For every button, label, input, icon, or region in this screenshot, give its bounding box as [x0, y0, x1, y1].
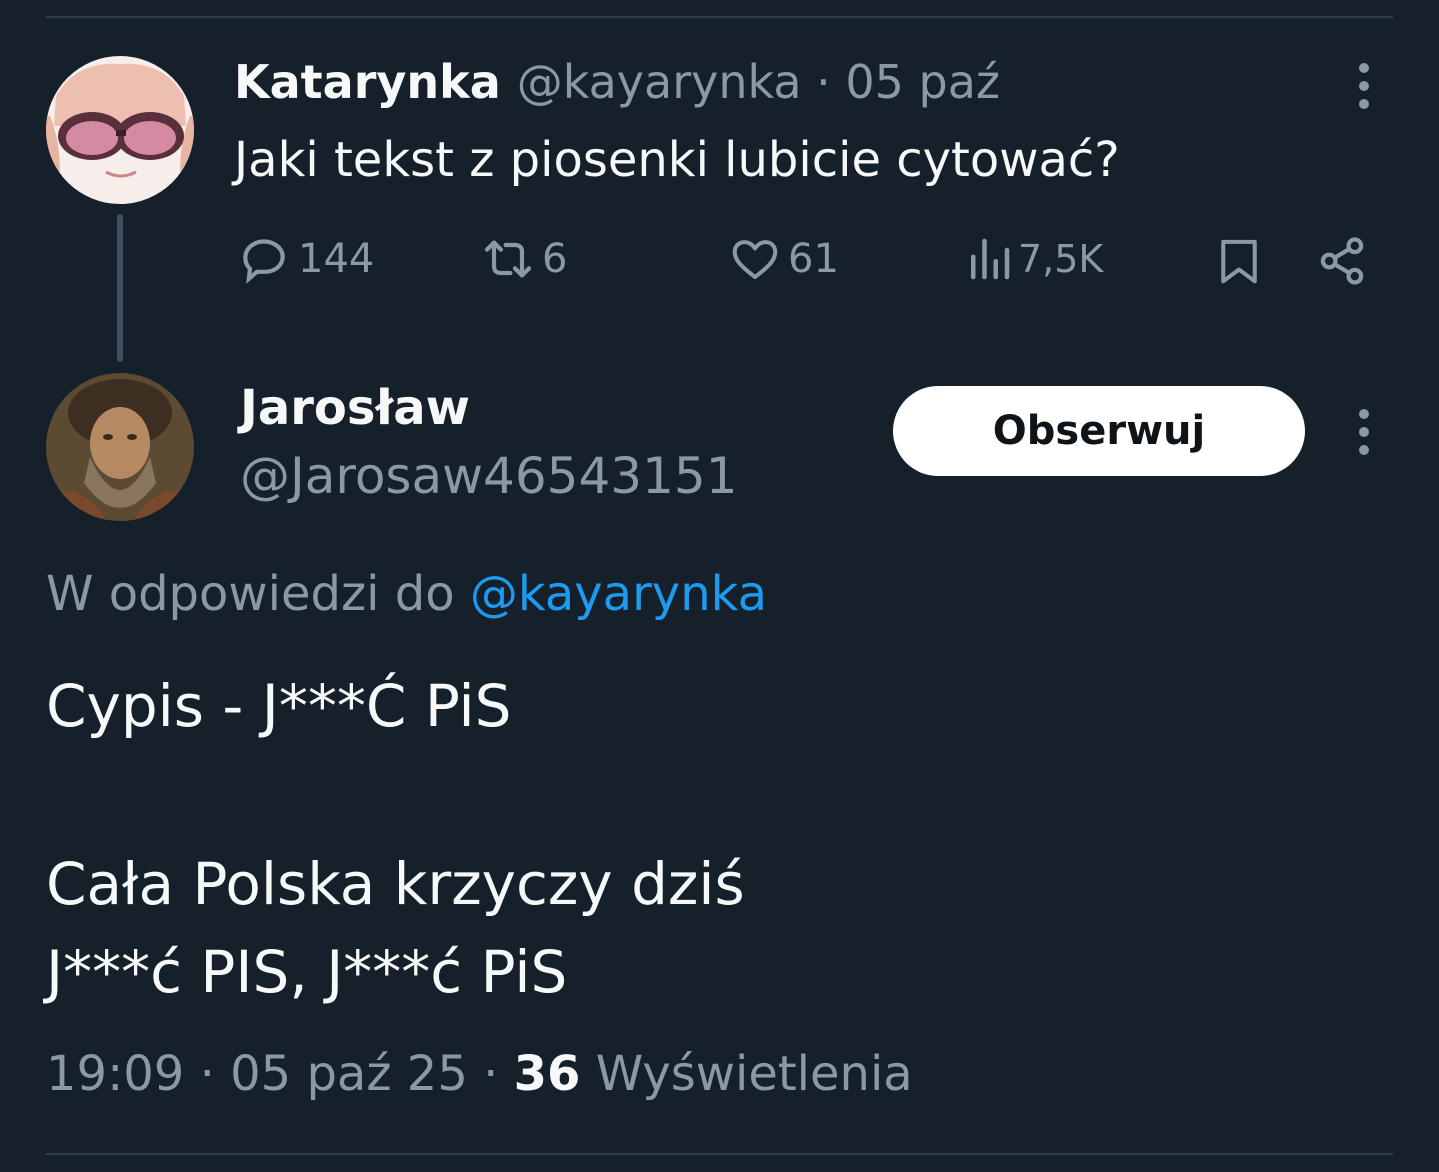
- more-icon[interactable]: [1344, 402, 1384, 462]
- reply-to-prefix: W odpowiedzi do: [46, 566, 455, 622]
- retweet-count: 6: [542, 236, 568, 282]
- tweet-body-line: Cała Polska krzyczy dziś: [46, 850, 745, 918]
- tweet-timestamp[interactable]: 19:09 · 05 paź 25 ·: [46, 1046, 498, 1102]
- tweet-footer: 19:09 · 05 paź 25 · 36 Wyświetlenia: [46, 1040, 913, 1108]
- tweet-body-line: Cypis - J***Ć PiS: [46, 672, 512, 740]
- avatar-jaroslaw[interactable]: [46, 373, 194, 521]
- parent-tweet-header: Katarynka @kayarynka · 05 paź: [234, 52, 1000, 112]
- views-count: 36: [513, 1046, 581, 1102]
- retweet-button[interactable]: 6: [480, 230, 567, 288]
- bottom-divider: [46, 1153, 1393, 1155]
- reply-author-handle[interactable]: @Jarosaw46543151: [240, 444, 738, 508]
- more-icon[interactable]: [1344, 56, 1384, 116]
- parent-author-name[interactable]: Katarynka: [234, 52, 501, 112]
- retweet-icon: [480, 231, 536, 287]
- like-icon: [728, 232, 782, 286]
- top-divider: [46, 16, 1393, 18]
- like-count: 61: [788, 236, 839, 282]
- views-icon: [966, 232, 1012, 286]
- views-button[interactable]: 7,5K: [966, 230, 1103, 288]
- reply-to-mention[interactable]: @kayarynka: [470, 566, 767, 622]
- views-label: Wyświetlenia: [595, 1046, 913, 1102]
- reply-author-name[interactable]: Jarosław: [240, 376, 470, 440]
- parent-tweet-text[interactable]: Jaki tekst z piosenki lubicie cytować?: [234, 128, 1120, 192]
- share-icon: [1314, 233, 1370, 289]
- avatar-katarynka[interactable]: [46, 56, 194, 204]
- reply-context: W odpowiedzi do @kayarynka: [46, 562, 767, 626]
- like-button[interactable]: 61: [728, 230, 839, 288]
- follow-button[interactable]: Obserwuj: [893, 386, 1305, 476]
- reply-button[interactable]: 144: [236, 230, 374, 288]
- bookmark-button[interactable]: [1212, 232, 1266, 290]
- share-button[interactable]: [1314, 232, 1370, 290]
- parent-author-meta: @kayarynka · 05 paź: [516, 55, 1001, 109]
- thread-line: [117, 214, 123, 362]
- bookmark-icon: [1212, 234, 1266, 288]
- views-count-parent: 7,5K: [1018, 237, 1104, 281]
- tweet-body-line: J***ć PIS, J***ć PiS: [46, 938, 568, 1006]
- reply-icon: [236, 231, 292, 287]
- reply-count: 144: [298, 236, 375, 282]
